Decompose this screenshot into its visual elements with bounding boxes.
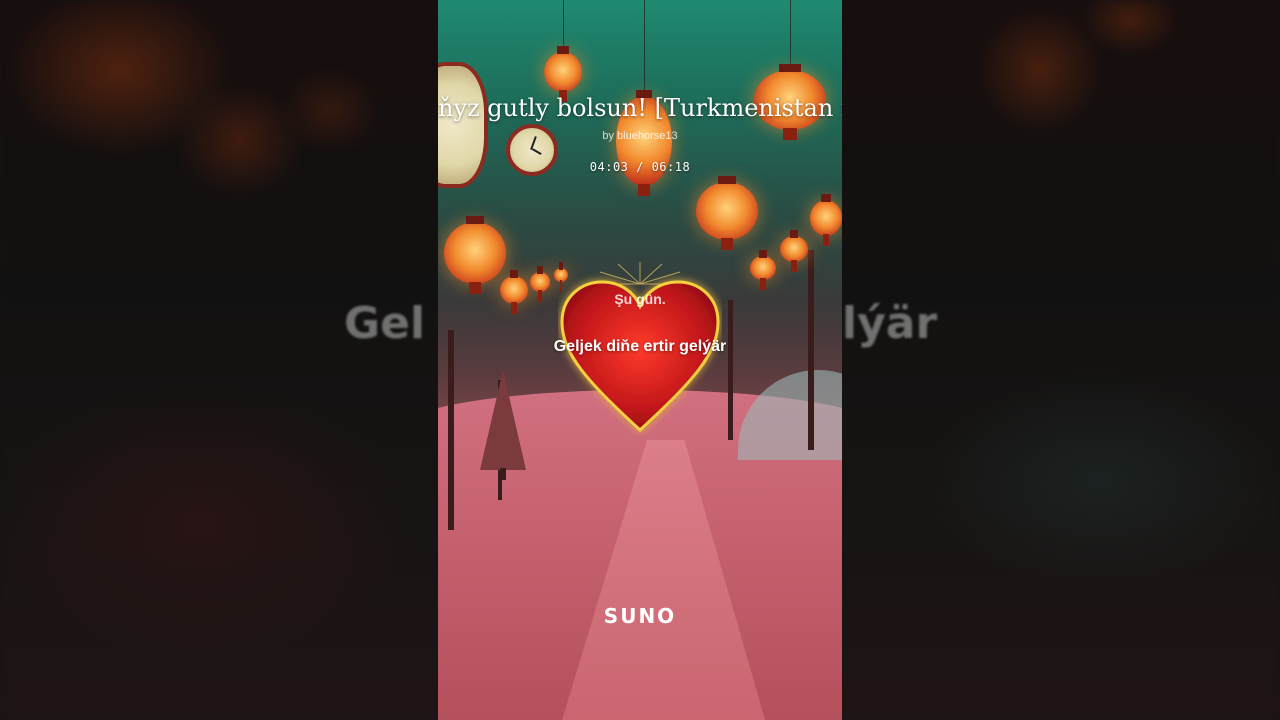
snow-hill — [738, 370, 842, 460]
suno-logo: SUNO — [603, 604, 677, 628]
lantern-icon — [810, 194, 842, 246]
song-title: ňyz gutly bolsun! [Turkmenistan romanti — [438, 94, 842, 122]
artist-byline[interactable]: by bluehorse13 — [438, 130, 842, 142]
lantern-icon — [696, 176, 758, 250]
lantern-icon — [530, 266, 550, 302]
lantern-icon — [444, 216, 506, 294]
lyric-current-line: Geljek diňe ertir gelýär — [553, 338, 727, 355]
tree-trunk — [728, 300, 733, 440]
lantern-icon — [780, 230, 808, 272]
tree-trunk — [448, 330, 454, 530]
pine-tree — [480, 370, 526, 480]
lyric-previous-line: Şu gün. — [614, 291, 666, 307]
backdrop-lyric-right: lýär — [842, 298, 938, 349]
playback-time: 04:03 / 06:18 — [589, 160, 691, 174]
lantern-icon — [750, 250, 776, 290]
backdrop-lyric-left: Gel — [344, 298, 426, 349]
video-frame[interactable]: ňyz gutly bolsun! [Turkmenistan romanti … — [438, 0, 842, 720]
lantern-icon — [544, 46, 582, 102]
